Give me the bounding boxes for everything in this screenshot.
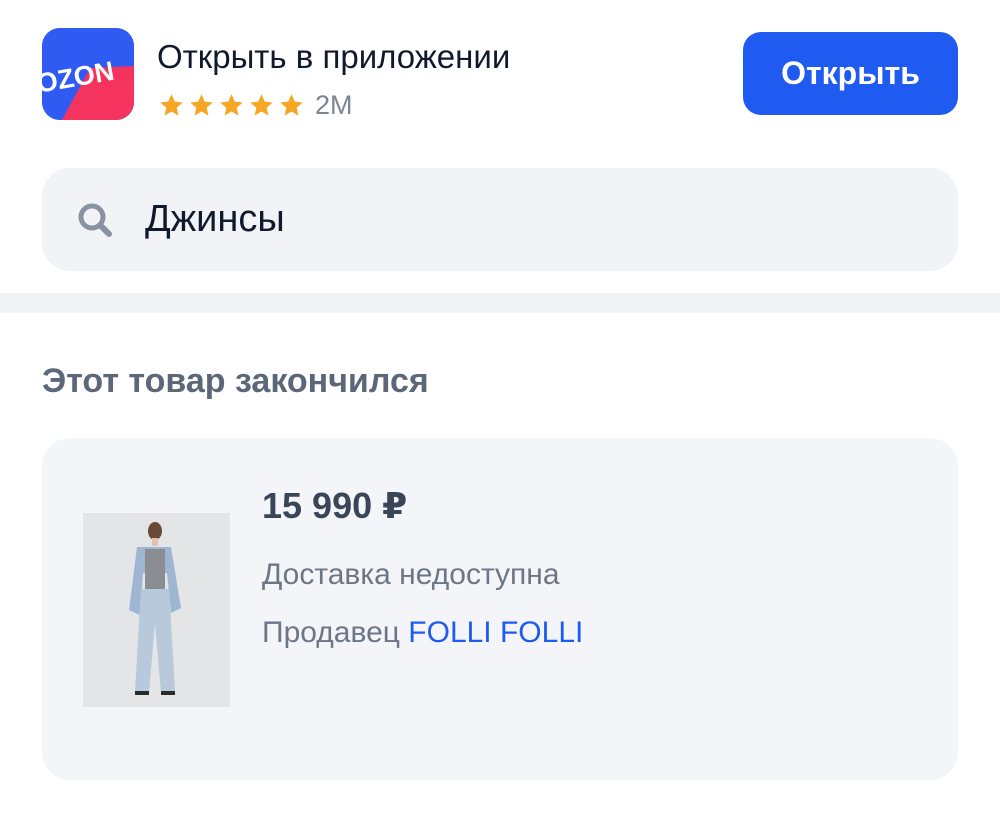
out-of-stock-heading: Этот товар закончился [42,362,429,400]
search-bar[interactable] [42,168,958,271]
app-banner-title: Открыть в приложении [157,38,511,75]
ozon-app-logo: OZON [42,28,134,120]
app-install-banner: OZON Открыть в приложении 2M Открыть [0,0,1000,150]
seller-label: Продавец [262,616,400,649]
search-input[interactable] [145,198,925,241]
star-icon [280,93,303,116]
star-icon [250,93,273,116]
star-icon [190,93,213,116]
product-price: 15 990 ₽ [262,485,408,526]
rating-stars [158,92,305,119]
search-icon [78,203,112,237]
product-card[interactable]: 15 990 ₽ Доставка недоступна Продавец FO… [42,438,958,780]
delivery-status: Доставка недоступна [262,558,560,591]
star-icon [220,93,243,116]
product-image[interactable] [83,513,230,707]
seller-info: Продавец FOLLI FOLLI [262,616,583,650]
open-app-button[interactable]: Открыть [743,32,958,115]
rating-count: 2M [315,89,353,120]
app-rating: 2M [158,88,353,122]
star-icon [160,93,183,116]
seller-link[interactable]: FOLLI FOLLI [408,616,583,649]
section-divider [0,293,1000,313]
